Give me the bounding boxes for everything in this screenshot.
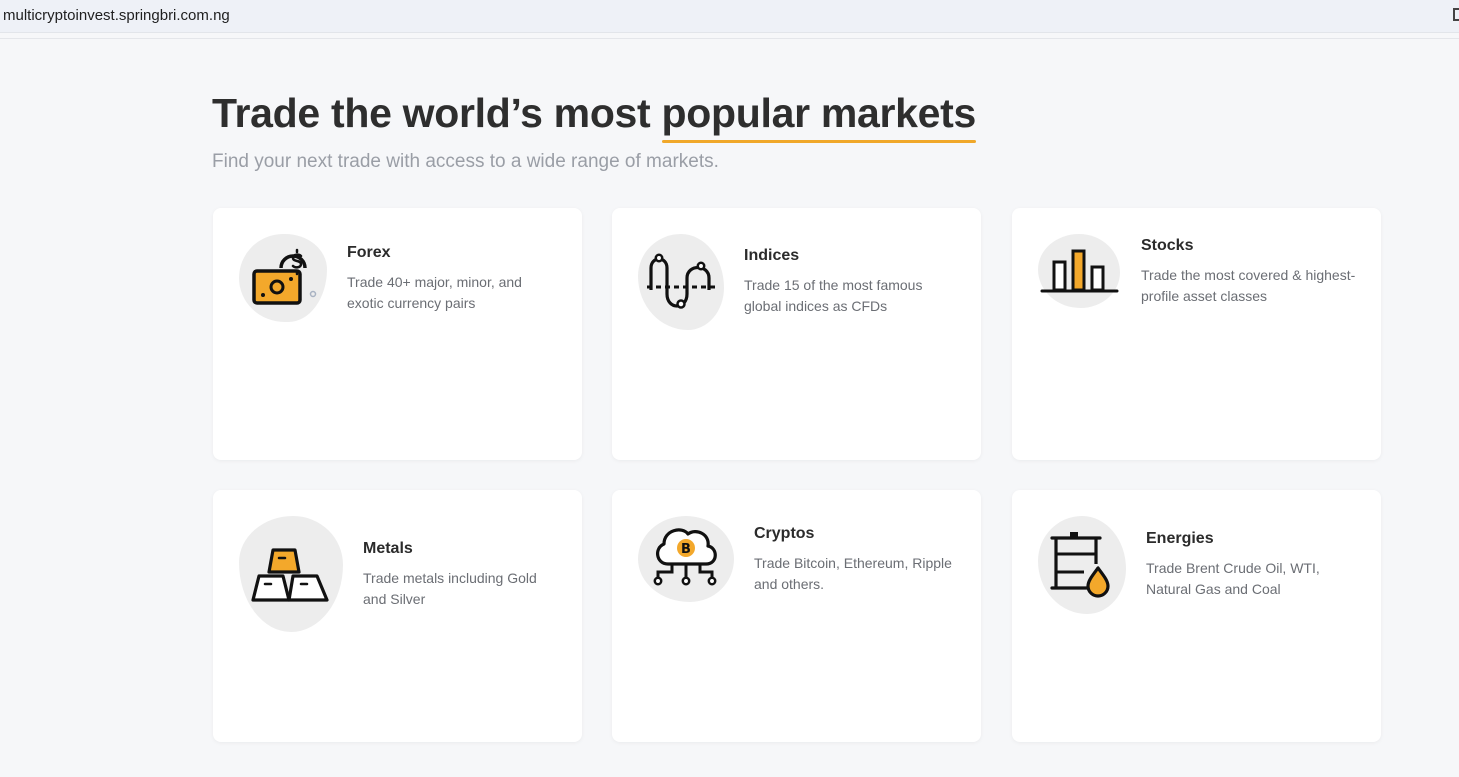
- page-subtitle: Find your next trade with access to a wi…: [212, 151, 719, 172]
- card-title: Energies: [1146, 530, 1214, 547]
- card-title: Cryptos: [754, 525, 815, 542]
- card-description: Trade Brent Crude Oil, WTI, Natural Gas …: [1146, 560, 1320, 597]
- page-title-highlight: popular markets: [661, 90, 977, 143]
- market-card-forex[interactable]: Forex Trade 40+ major, minor, and exotic…: [213, 208, 582, 460]
- bitcoin-cloud-icon: B: [653, 528, 717, 586]
- url-text[interactable]: multicryptoinvest.springbri.com.ng: [3, 7, 230, 24]
- page-title: Trade the world’s most popular markets: [212, 90, 977, 143]
- card-title: Indices: [744, 247, 800, 264]
- card-description: Trade 15 of the most famous global indic…: [744, 277, 923, 314]
- money-dollar-icon: [252, 248, 317, 305]
- address-bar[interactable]: multicryptoinvest.springbri.com.ng: [0, 0, 1459, 33]
- card-title: Metals: [363, 540, 413, 557]
- market-card-cryptos[interactable]: B Cryptos Trade Bitcoin, Ethereum, Rippl…: [612, 490, 981, 742]
- card-title: Stocks: [1141, 237, 1194, 254]
- market-card-stocks[interactable]: Stocks Trade the most covered & highest-…: [1012, 208, 1381, 460]
- market-card-metals[interactable]: Metals Trade metals including Gold and S…: [213, 490, 582, 742]
- page-title-text: Trade the world’s most: [212, 90, 662, 136]
- divider: [0, 38, 1459, 39]
- bar-chart-icon: [1040, 249, 1119, 293]
- card-description: Trade the most covered & highest-profile…: [1141, 267, 1356, 304]
- oil-barrel-icon: [1050, 532, 1110, 598]
- card-title: Forex: [347, 244, 391, 261]
- gold-bars-icon: [251, 548, 329, 602]
- browser-action-icon[interactable]: [1453, 8, 1459, 21]
- card-description: Trade Bitcoin, Ethereum, Ripple and othe…: [754, 555, 952, 592]
- svg-text:B: B: [681, 542, 691, 557]
- card-description: Trade metals including Gold and Silver: [363, 570, 537, 607]
- wave-chart-icon: [647, 253, 717, 309]
- market-card-energies[interactable]: Energies Trade Brent Crude Oil, WTI, Nat…: [1012, 490, 1381, 742]
- market-card-indices[interactable]: Indices Trade 15 of the most famous glob…: [612, 208, 981, 460]
- card-description: Trade 40+ major, minor, and exotic curre…: [347, 274, 522, 311]
